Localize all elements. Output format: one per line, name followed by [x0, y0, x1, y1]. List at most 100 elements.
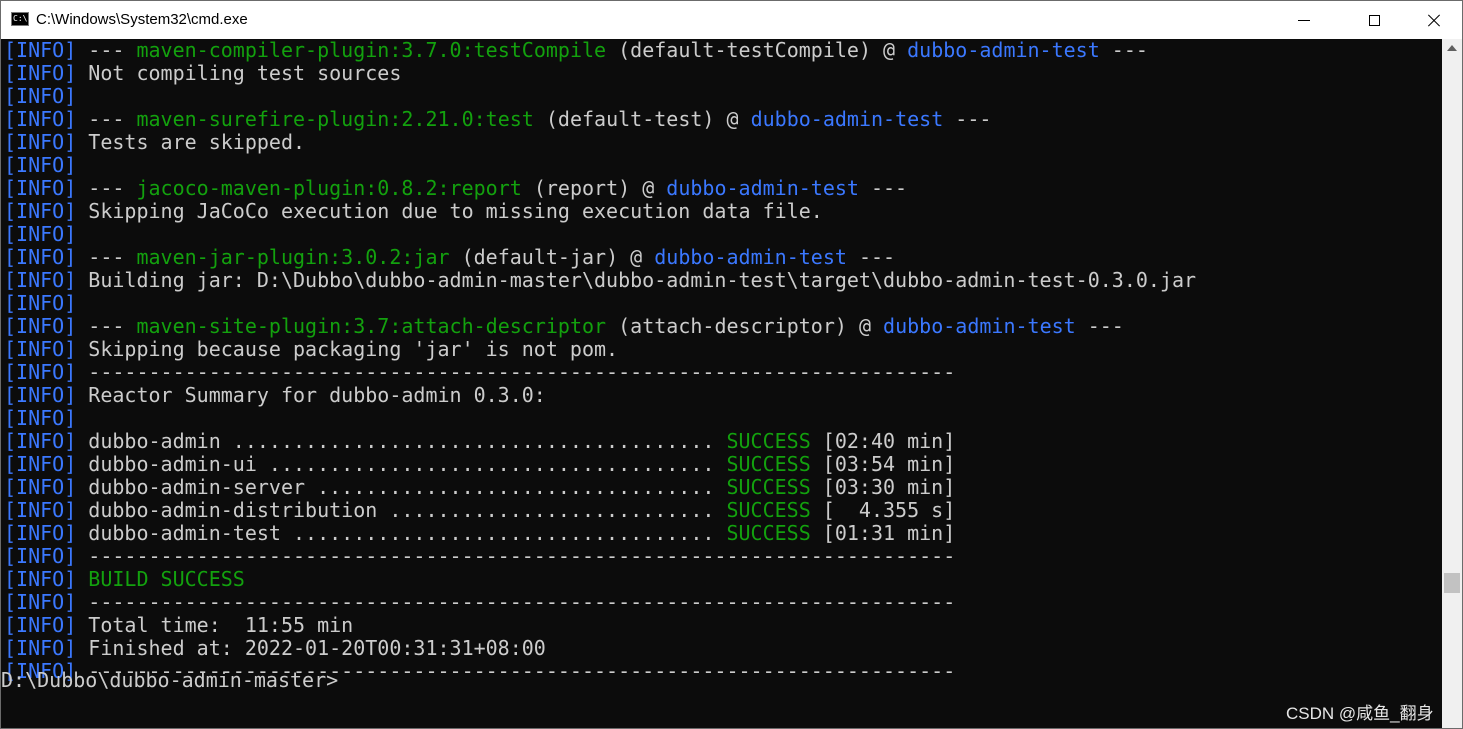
console-text: Skipping JaCoCo execution due to missing… — [76, 199, 823, 223]
artifact-name: dubbo-admin-test — [883, 314, 1076, 338]
console-text: --- — [76, 314, 137, 338]
log-level-tag: [INFO] — [4, 360, 77, 384]
log-level-tag: [INFO] — [4, 452, 77, 476]
log-level-tag: [INFO] — [4, 130, 77, 154]
console-text: ----------------------------------------… — [76, 544, 956, 568]
scroll-thumb[interactable] — [1444, 573, 1460, 593]
console-line: [INFO] --- jacoco-maven-plugin:0.8.2:rep… — [4, 177, 1438, 200]
console-text: dubbo-admin-distribution ...............… — [76, 498, 727, 522]
console-text: (default-test) @ — [533, 107, 751, 131]
console-text: Finished at: 2022-01-20T00:31:31+08:00 — [76, 636, 546, 660]
console-text: Skipping because packaging 'jar' is not … — [76, 337, 619, 361]
log-level-tag: [INFO] — [4, 429, 77, 453]
cmd-icon — [11, 12, 29, 26]
console-text: --- — [76, 39, 137, 62]
log-level-tag: [INFO] — [4, 222, 77, 246]
success-status: SUCCESS — [726, 429, 811, 453]
console-text: (default-testCompile) @ — [606, 39, 908, 62]
success-status: SUCCESS — [726, 452, 811, 476]
log-level-tag: [INFO] — [4, 337, 77, 361]
console-text: [02:40 min] — [810, 429, 956, 453]
console-text: --- — [846, 245, 896, 269]
success-status: BUILD SUCCESS — [88, 567, 245, 591]
log-level-tag: [INFO] — [4, 291, 77, 315]
log-level-tag: [INFO] — [4, 636, 77, 660]
console-line: [INFO] BUILD SUCCESS — [4, 568, 1438, 591]
console-line: [INFO] — [4, 292, 1438, 315]
log-level-tag: [INFO] — [4, 39, 77, 62]
scroll-up-arrow-icon[interactable] — [1442, 39, 1462, 57]
log-level-tag: [INFO] — [4, 61, 77, 85]
console-line: [INFO] — [4, 407, 1438, 430]
console-text: dubbo-admin-server .....................… — [76, 475, 727, 499]
close-button[interactable] — [1411, 1, 1457, 39]
console-line: [INFO] ---------------------------------… — [4, 545, 1438, 568]
console-text: --- — [1075, 314, 1124, 338]
console-text: --- — [858, 176, 908, 200]
artifact-name: dubbo-admin-test — [907, 39, 1100, 62]
artifact-name: dubbo-admin-test — [654, 245, 847, 269]
success-status: SUCCESS — [726, 475, 811, 499]
maximize-button[interactable] — [1351, 1, 1397, 39]
title-bar[interactable]: C:\Windows\System32\cmd.exe — [1, 1, 1462, 39]
console-text: dubbo-admin-test .......................… — [76, 521, 727, 545]
console-line: [INFO] Skipping because packaging 'jar' … — [4, 338, 1438, 361]
console-line: [INFO] — [4, 85, 1438, 108]
console-text: [03:30 min] — [810, 475, 956, 499]
console-line: [INFO] — [4, 223, 1438, 246]
console-text: dubbo-admin ............................… — [76, 429, 727, 453]
console-line: [INFO] Skipping JaCoCo execution due to … — [4, 200, 1438, 223]
console-text: [ 4.355 s] — [810, 498, 956, 522]
console-text: Total time: 11:55 min — [76, 613, 354, 637]
log-level-tag: [INFO] — [4, 153, 77, 177]
console-line: [INFO] Finished at: 2022-01-20T00:31:31+… — [4, 637, 1438, 660]
console-line: [INFO] Total time: 11:55 min — [4, 614, 1438, 637]
console-text: --- — [1099, 39, 1148, 62]
log-level-tag: [INFO] — [4, 590, 77, 614]
log-level-tag: [INFO] — [4, 314, 77, 338]
log-level-tag: [INFO] — [4, 383, 77, 407]
console-line: [INFO] --- maven-jar-plugin:3.0.2:jar (d… — [4, 246, 1438, 269]
log-level-tag: [INFO] — [4, 521, 77, 545]
console-text: ----------------------------------------… — [76, 590, 956, 614]
console-text: Building jar: D:\Dubbo\dubbo-admin-maste… — [76, 268, 1197, 292]
console-line: [INFO] Tests are skipped. — [4, 131, 1438, 154]
log-level-tag: [INFO] — [4, 406, 77, 430]
console-output[interactable]: [INFO] --- maven-compiler-plugin:3.7.0:t… — [4, 39, 1438, 728]
console-text: [01:31 min] — [810, 521, 956, 545]
console-text: [03:54 min] — [810, 452, 956, 476]
plugin-goal: maven-compiler-plugin:3.7.0:testCompile — [136, 39, 607, 62]
log-level-tag: [INFO] — [4, 268, 77, 292]
console-text: dubbo-admin-ui .........................… — [76, 452, 727, 476]
log-level-tag: [INFO] — [4, 613, 77, 637]
console-text: (report) @ — [521, 176, 667, 200]
plugin-goal: maven-jar-plugin:3.0.2:jar — [136, 245, 450, 269]
success-status: SUCCESS — [726, 498, 811, 522]
log-level-tag: [INFO] — [4, 84, 77, 108]
log-level-tag: [INFO] — [4, 567, 77, 591]
log-level-tag: [INFO] — [4, 498, 77, 522]
command-prompt[interactable]: D:\Dubbo\dubbo-admin-master> — [1, 669, 338, 692]
plugin-goal: jacoco-maven-plugin:0.8.2:report — [136, 176, 522, 200]
log-level-tag: [INFO] — [4, 176, 77, 200]
cmd-window: C:\Windows\System32\cmd.exe [INFO] --- m… — [0, 0, 1463, 729]
console-text: Reactor Summary for dubbo-admin 0.3.0: — [76, 383, 546, 407]
artifact-name: dubbo-admin-test — [750, 107, 944, 131]
console-text: Not compiling test sources — [76, 61, 402, 85]
console-line: [INFO] — [4, 154, 1438, 177]
log-level-tag: [INFO] — [4, 544, 77, 568]
csdn-watermark: CSDN @咸鱼_翻身 — [1286, 704, 1434, 723]
console-line: [INFO] dubbo-admin-server ..............… — [4, 476, 1438, 499]
log-level-tag: [INFO] — [4, 199, 77, 223]
console-line: [INFO] dubbo-admin-ui ..................… — [4, 453, 1438, 476]
plugin-goal: maven-surefire-plugin:2.21.0:test — [136, 107, 534, 131]
minimize-button[interactable] — [1281, 1, 1327, 39]
console-text: Tests are skipped. — [76, 130, 306, 154]
window-title: C:\Windows\System32\cmd.exe — [36, 11, 248, 28]
vertical-scrollbar[interactable] — [1442, 39, 1462, 728]
console-text: --- — [943, 107, 992, 131]
console-line: [INFO] --- maven-surefire-plugin:2.21.0:… — [4, 108, 1438, 131]
console-text: (default-jar) @ — [449, 245, 655, 269]
log-level-tag: [INFO] — [4, 107, 77, 131]
